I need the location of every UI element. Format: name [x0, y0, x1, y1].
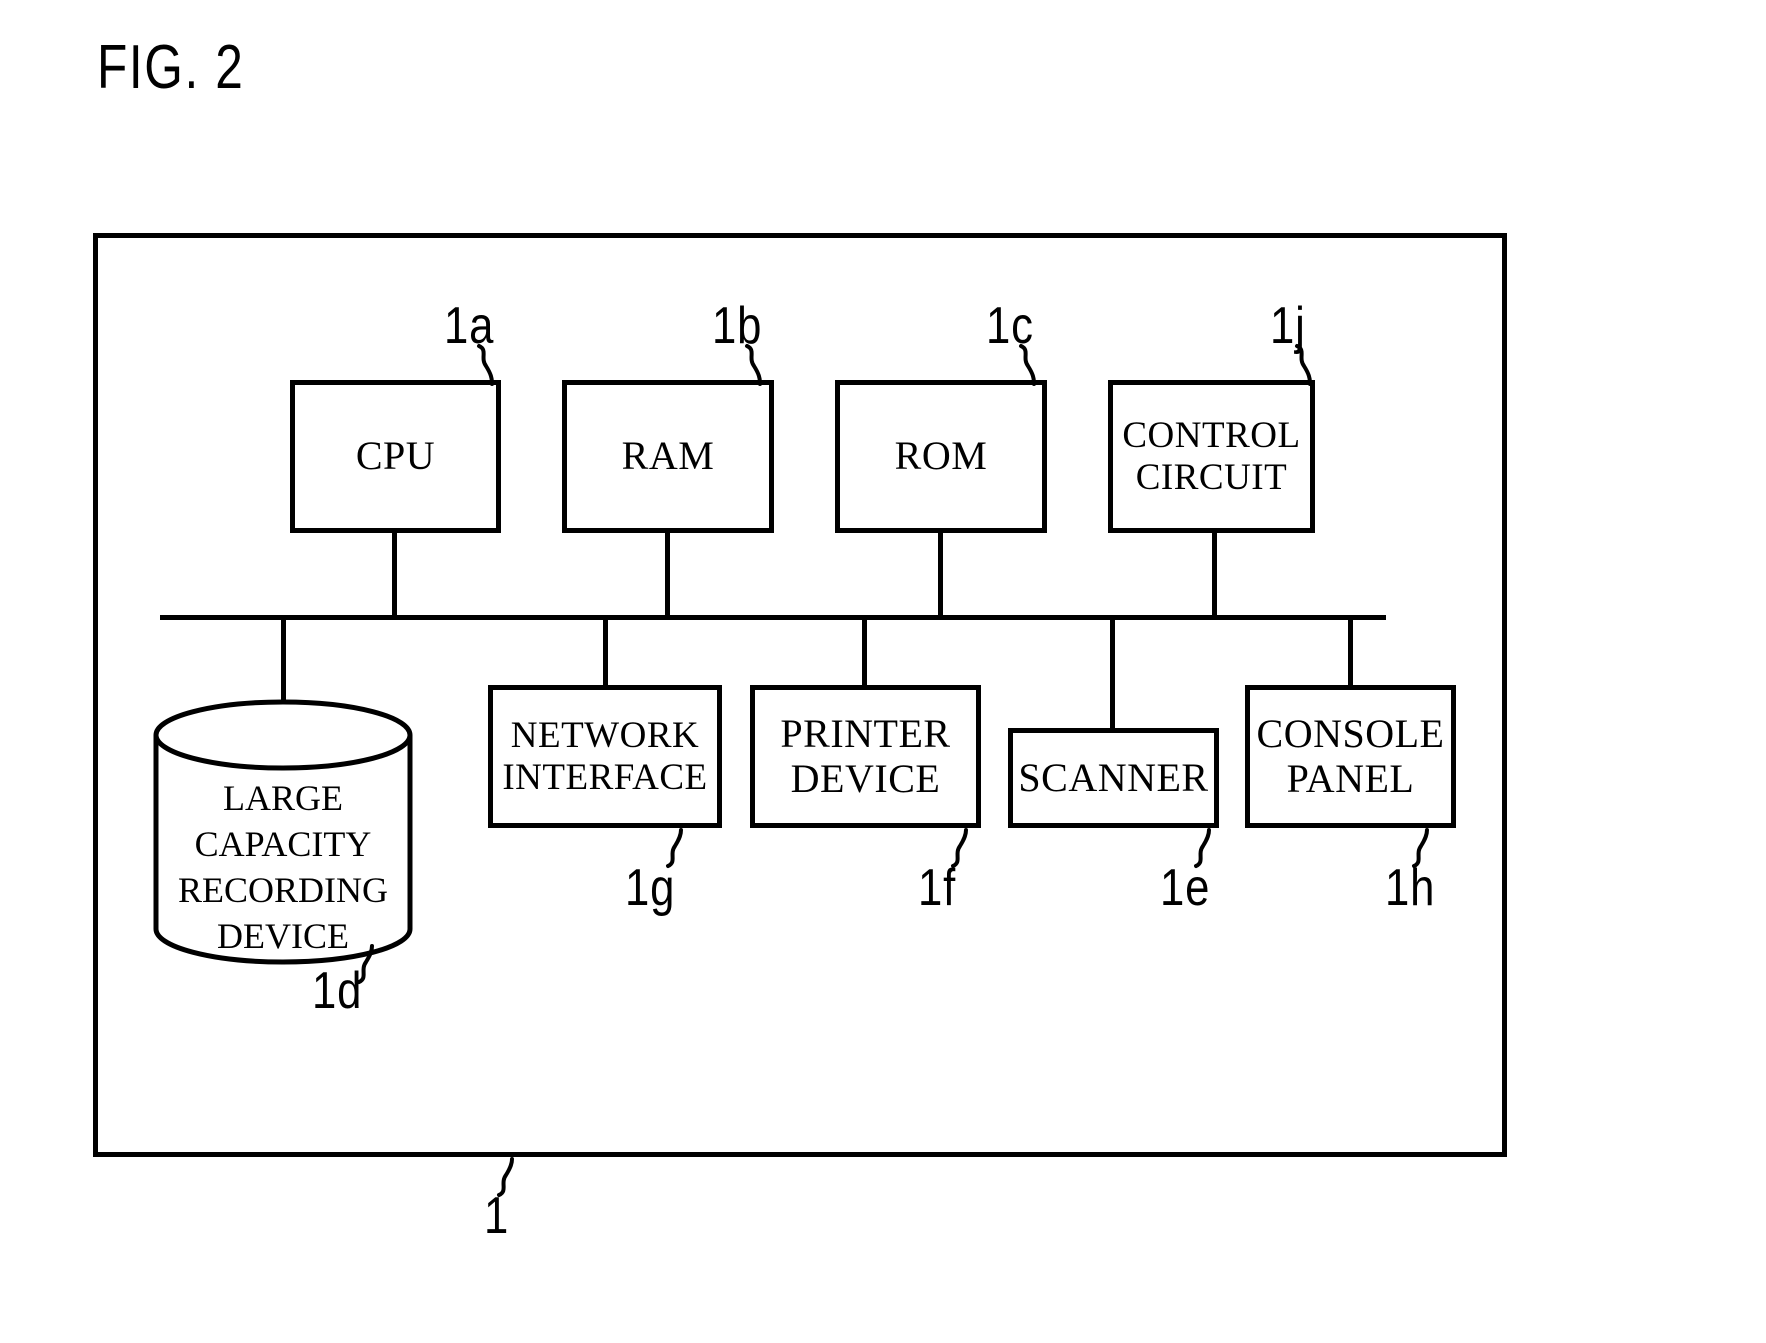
- reference-numeral-1f: 1f: [918, 859, 957, 917]
- wire-bus-to-console-panel: [1348, 618, 1353, 688]
- leader-line-1h: [1410, 828, 1436, 868]
- component-box-cpu[interactable]: CPU: [290, 380, 501, 533]
- component-label-large-capacity-recording-device: LARGE CAPACITY RECORDING DEVICE: [177, 778, 388, 957]
- component-box-scanner[interactable]: SCANNER: [1008, 728, 1219, 828]
- reference-numeral-1g: 1g: [625, 859, 676, 917]
- leader-line-1j: [1294, 344, 1320, 386]
- system-bus-line: [160, 615, 1386, 620]
- component-box-printer-device[interactable]: PRINTER DEVICE: [750, 685, 981, 828]
- wire-cpu-to-bus: [392, 533, 397, 617]
- leader-line-1a: [476, 344, 502, 386]
- wire-ram-to-bus: [665, 533, 670, 617]
- leader-line-1f: [949, 828, 975, 868]
- component-label-cpu: CPU: [355, 433, 436, 479]
- wire-bus-to-printer: [862, 618, 867, 688]
- component-box-rom[interactable]: ROM: [835, 380, 1047, 533]
- component-label-rom: ROM: [894, 433, 988, 479]
- component-label-control-circuit: CONTROL CIRCUIT: [1122, 415, 1301, 498]
- component-label-ram: RAM: [621, 433, 715, 479]
- leader-line-1: [495, 1157, 521, 1197]
- leader-line-1e: [1192, 828, 1218, 868]
- reference-numeral-1h: 1h: [1385, 859, 1436, 917]
- wire-rom-to-bus: [938, 533, 943, 617]
- component-box-control-circuit[interactable]: CONTROL CIRCUIT: [1108, 380, 1315, 533]
- wire-bus-to-network: [603, 618, 608, 688]
- figure-title: FIG. 2: [97, 33, 245, 102]
- component-label-printer-device: PRINTER DEVICE: [780, 710, 951, 801]
- wire-control-to-bus: [1212, 533, 1217, 617]
- component-box-ram[interactable]: RAM: [562, 380, 774, 533]
- component-label-console-panel: CONSOLE PANEL: [1256, 710, 1445, 801]
- wire-bus-to-storage: [281, 618, 286, 702]
- wire-bus-to-scanner: [1110, 618, 1115, 731]
- component-label-scanner: SCANNER: [1018, 754, 1209, 800]
- reference-numeral-1e: 1e: [1160, 859, 1211, 917]
- leader-line-1b: [744, 344, 770, 386]
- leader-line-1c: [1018, 344, 1044, 386]
- component-box-console-panel[interactable]: CONSOLE PANEL: [1245, 685, 1456, 828]
- reference-numeral-1: 1: [484, 1187, 510, 1245]
- leader-line-1g: [664, 828, 690, 868]
- leader-line-1d: [355, 944, 381, 984]
- component-label-network-interface: NETWORK INTERFACE: [502, 715, 708, 798]
- component-box-network-interface[interactable]: NETWORK INTERFACE: [488, 685, 722, 828]
